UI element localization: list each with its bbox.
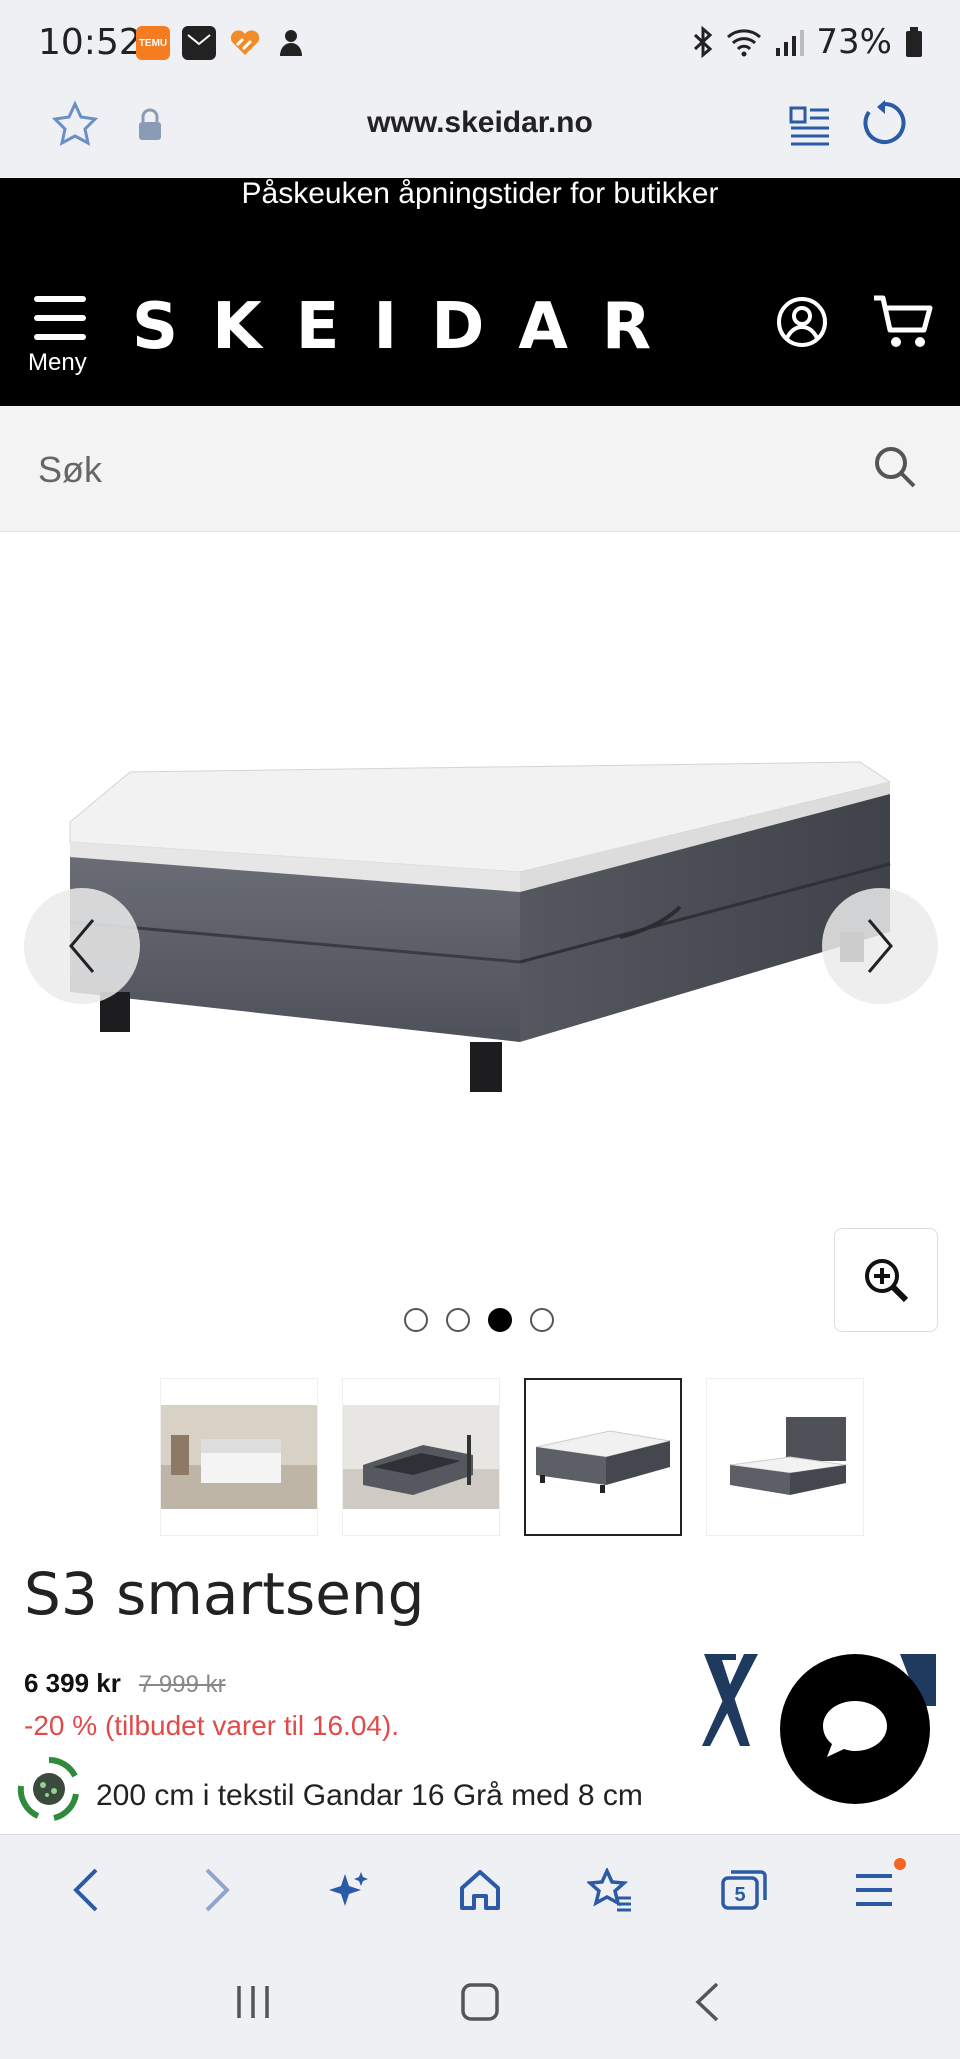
system-nav-bar <box>0 1944 960 2059</box>
temu-icon: TEMU <box>136 26 170 60</box>
zoom-in-icon <box>865 1259 909 1303</box>
status-time: 10:52 <box>38 22 142 63</box>
home-icon <box>459 1869 500 1910</box>
gallery-dot-active[interactable] <box>488 1308 512 1332</box>
tabs-icon: 5 <box>721 1869 767 1910</box>
search-icon[interactable] <box>872 444 918 490</box>
offer-text: -20 % (tilbudet varer til 16.04). <box>24 1710 400 1741</box>
account-icon[interactable] <box>776 296 828 348</box>
thumbnail-strip <box>160 1378 864 1536</box>
recent-apps-icon <box>237 1985 270 2018</box>
home-button[interactable] <box>452 1862 508 1918</box>
cart-icon[interactable] <box>872 294 934 350</box>
status-right: 73% <box>692 22 924 62</box>
price-row: 6 399 kr 7 999 kr <box>24 1668 226 1699</box>
recent-apps-button[interactable] <box>223 1972 283 2032</box>
chevron-right-icon <box>867 919 893 973</box>
search-input[interactable] <box>38 442 838 498</box>
tabs-count: 5 <box>734 1884 745 1906</box>
status-bar: 10:52 TEMU 73% <box>0 0 960 88</box>
gallery-dot[interactable] <box>446 1308 470 1332</box>
back-nav-button[interactable] <box>677 1972 737 2032</box>
home-nav-button[interactable] <box>450 1972 510 2032</box>
notification-dot <box>894 1857 907 1870</box>
product-title: S3 smartseng <box>24 1560 425 1628</box>
thumbnail[interactable] <box>706 1378 864 1536</box>
gallery-dot[interactable] <box>530 1308 554 1332</box>
heart-app-icon <box>228 26 262 60</box>
gallery-next-button[interactable] <box>822 888 938 1004</box>
menu-icon <box>856 1873 893 1906</box>
chevron-left-icon <box>72 1868 98 1911</box>
browser-bottom-nav: 5 <box>0 1834 960 1944</box>
menu-label: Meny <box>28 349 87 376</box>
chat-bubble-icon <box>823 1701 887 1757</box>
battery-percent: 73% <box>816 22 892 62</box>
home-square-icon <box>461 1982 499 2021</box>
bookmarks-button[interactable] <box>583 1862 639 1918</box>
thumbnail[interactable] <box>160 1378 318 1536</box>
ai-sparkle-button[interactable] <box>321 1862 377 1918</box>
sparkle-icon <box>328 1871 368 1906</box>
mail-icon <box>182 26 216 60</box>
forward-button[interactable] <box>189 1862 245 1918</box>
eco-badge-icon <box>17 1756 79 1821</box>
wifi-icon <box>727 29 762 57</box>
chevron-right-icon <box>205 1868 230 1911</box>
product-description: 200 cm i tekstil Gandar 16 Grå med 8 cm <box>96 1779 643 1812</box>
gallery-dot[interactable] <box>404 1308 428 1332</box>
gallery-pagination <box>404 1308 554 1332</box>
back-button[interactable] <box>58 1862 114 1918</box>
bookmarks-star-icon <box>587 1867 632 1911</box>
current-price: 6 399 kr <box>24 1668 121 1698</box>
old-price: 7 999 kr <box>138 1671 226 1698</box>
thumbnail-active[interactable] <box>524 1378 682 1536</box>
tabs-button[interactable]: 5 <box>715 1862 771 1918</box>
search-bar <box>0 406 960 532</box>
hamburger-icon <box>28 296 98 340</box>
site-header: Meny SKEIDAR <box>0 238 960 406</box>
battery-icon <box>906 27 922 57</box>
menu-button[interactable]: Meny <box>28 296 98 386</box>
reader-mode-icon[interactable] <box>788 102 832 146</box>
zoom-button[interactable] <box>834 1228 938 1332</box>
browser-url-bar: www.skeidar.no <box>0 88 960 178</box>
bluetooth-icon <box>694 26 713 58</box>
skeidar-logo[interactable]: SKEIDAR <box>132 290 685 364</box>
notification-icons: TEMU <box>136 26 308 60</box>
gallery-prev-button[interactable] <box>24 888 140 1004</box>
reload-icon[interactable] <box>860 98 910 148</box>
signal-icon <box>776 30 805 56</box>
browser-menu-button[interactable] <box>846 1857 907 1918</box>
product-image[interactable] <box>60 742 900 1162</box>
product-gallery <box>0 532 960 1352</box>
person-app-icon <box>274 26 308 60</box>
thumbnail[interactable] <box>342 1378 500 1536</box>
chevron-left-icon <box>69 919 95 973</box>
back-chevron-icon <box>695 1982 718 2021</box>
announcement-banner[interactable]: Påskeuken åpningstider for butikker <box>0 178 960 238</box>
